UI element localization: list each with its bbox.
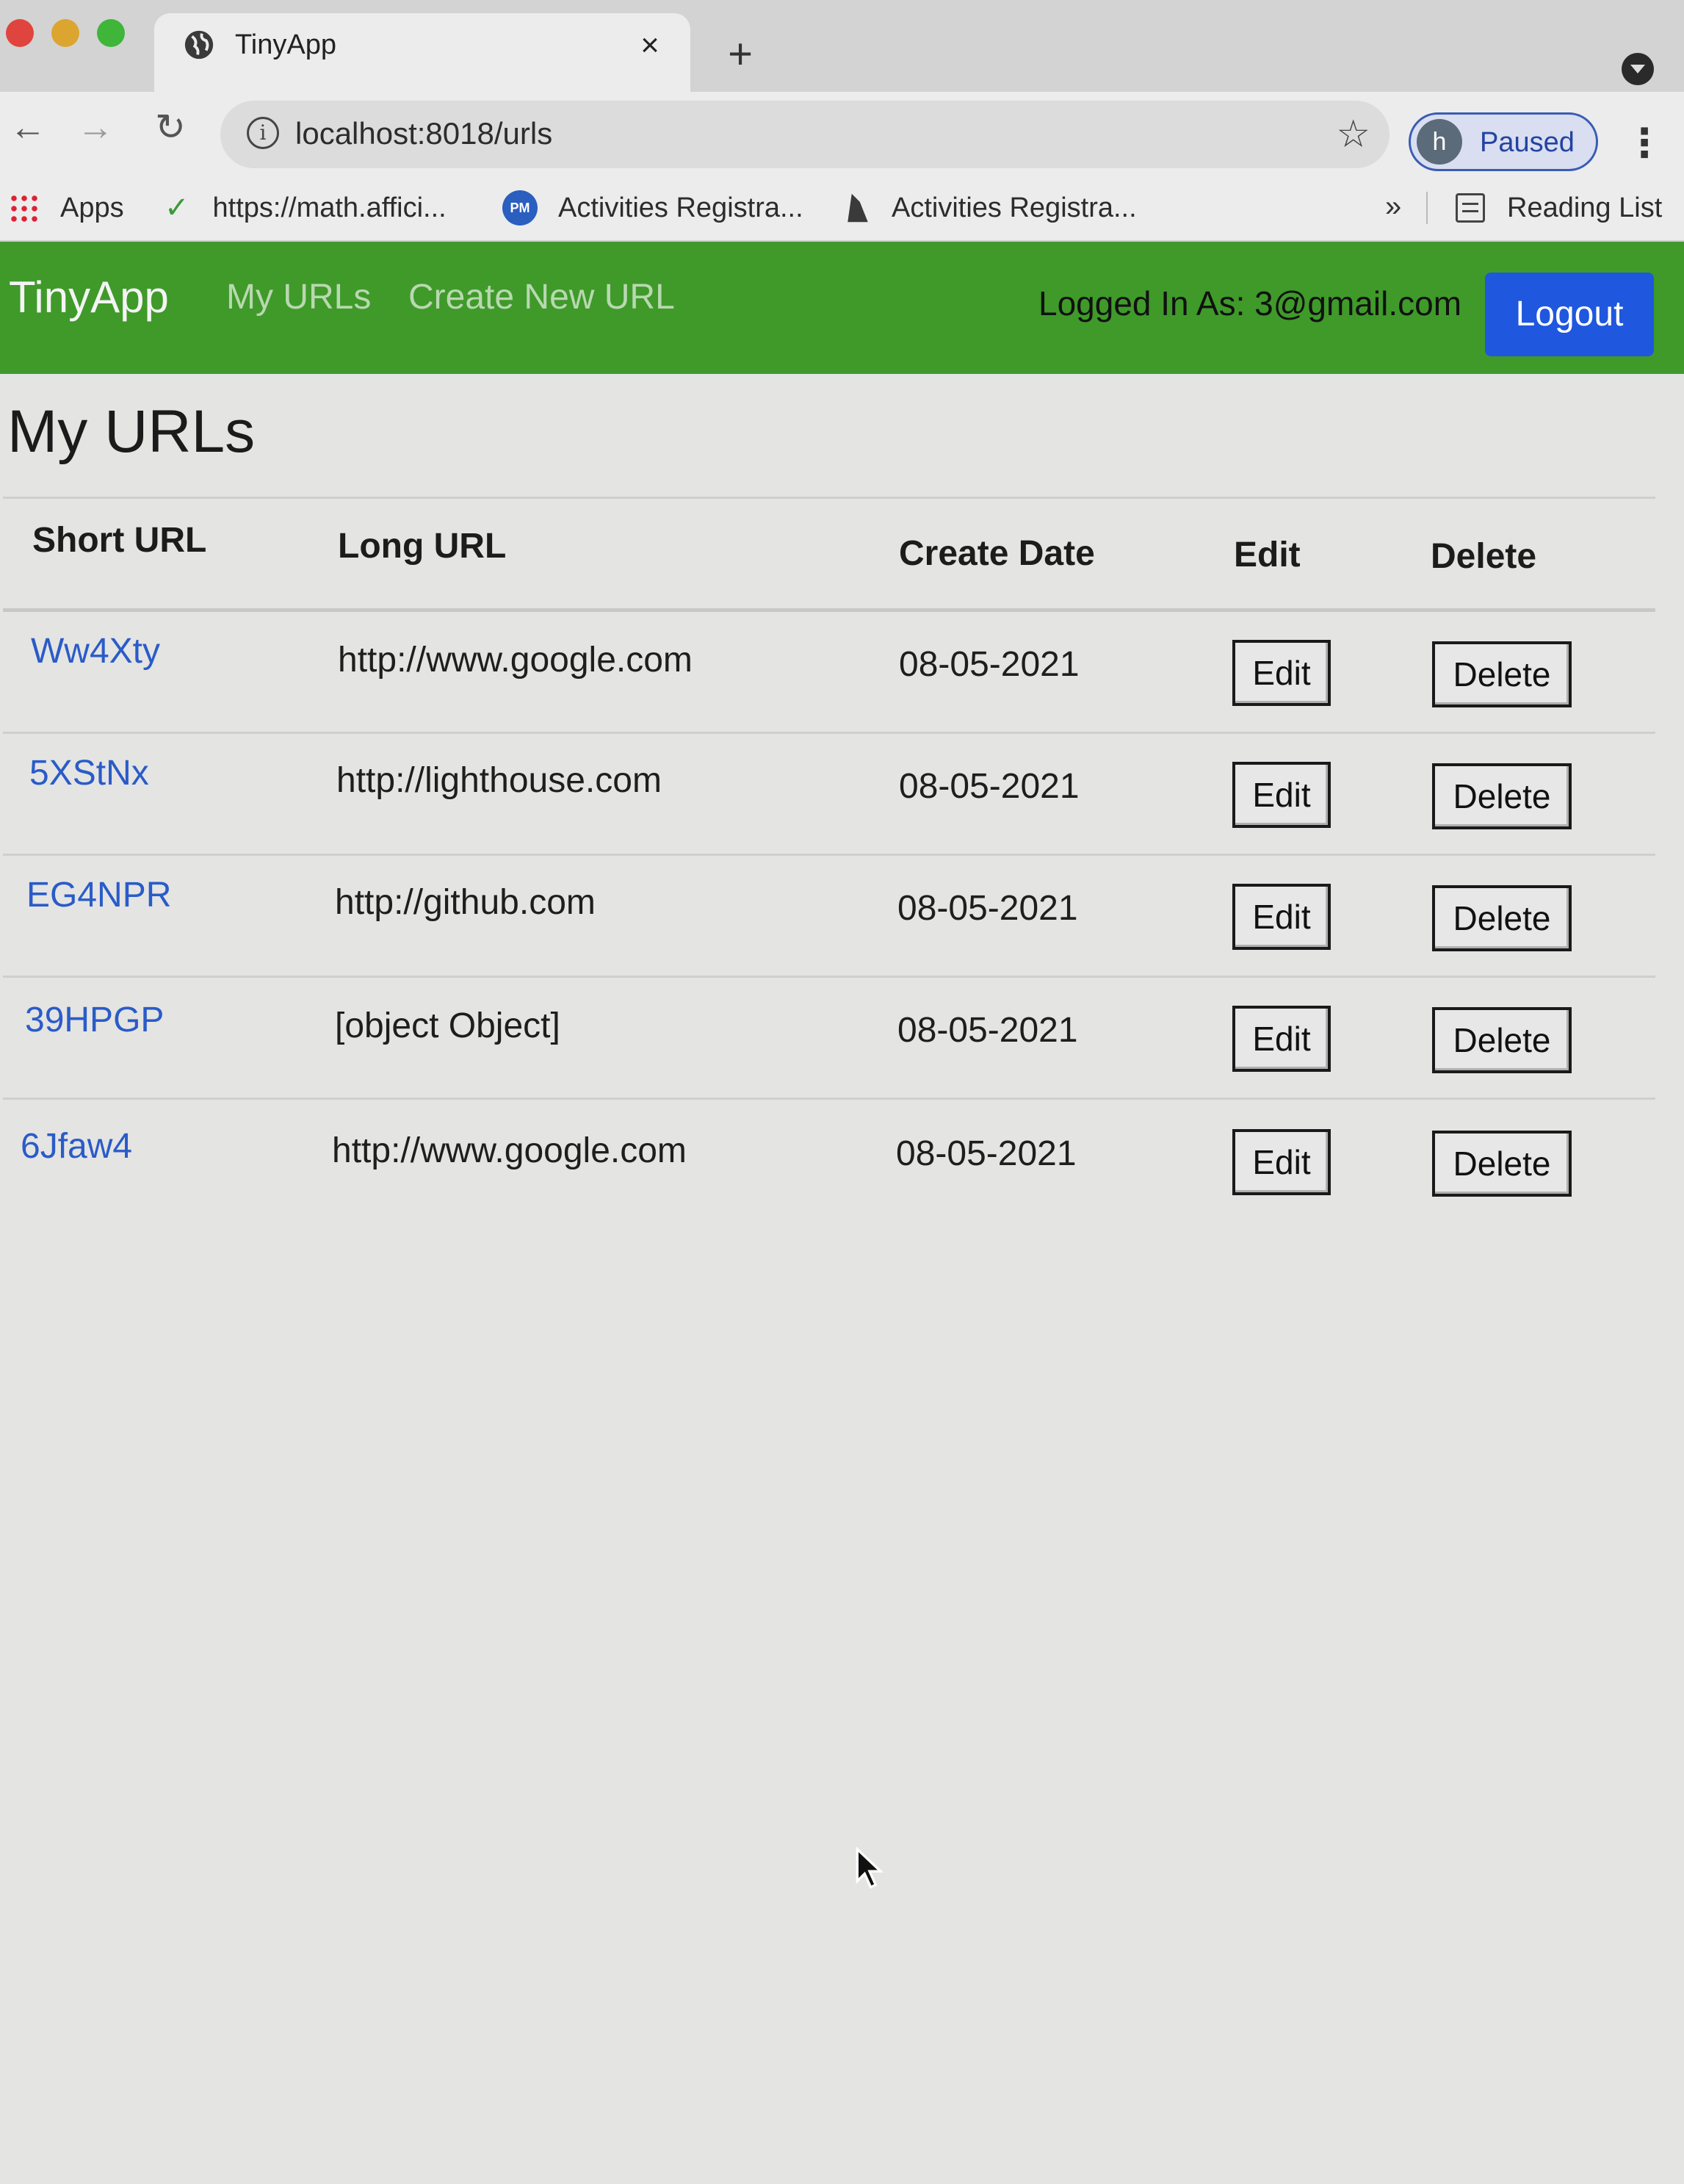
edit-button[interactable]: Edit: [1232, 640, 1331, 706]
close-window-button[interactable]: [6, 19, 34, 47]
browser-tabstrip: TinyApp × +: [0, 0, 1684, 94]
delete-button[interactable]: Delete: [1432, 641, 1572, 707]
header-short-url: Short URL: [32, 521, 207, 560]
logged-in-status: Logged In As: 3@gmail.com: [1038, 284, 1462, 322]
table-row: Ww4Xty http://www.google.com 08-05-2021 …: [0, 612, 1660, 734]
long-url-cell: http://www.google.com: [332, 1131, 687, 1170]
table-row: EG4NPR http://github.com 08-05-2021 Edit…: [0, 856, 1660, 978]
short-url-link[interactable]: 39HPGP: [25, 998, 164, 1042]
profile-status: Paused: [1480, 127, 1575, 158]
header-edit: Edit: [1234, 536, 1301, 574]
nav-my-urls[interactable]: My URLs: [226, 274, 371, 321]
edit-button[interactable]: Edit: [1232, 884, 1331, 950]
minimize-window-button[interactable]: [51, 19, 79, 47]
close-tab-icon[interactable]: ×: [635, 29, 665, 62]
site-info-icon[interactable]: i: [247, 117, 279, 149]
short-url-link[interactable]: 6Jfaw4: [21, 1125, 132, 1169]
table-row: 6Jfaw4 http://www.google.com 08-05-2021 …: [0, 1100, 1660, 1222]
avatar: h: [1417, 119, 1462, 165]
title-divider: [3, 497, 1655, 499]
long-url-cell: http://lighthouse.com: [336, 761, 662, 800]
bookmarks-bar: Apps ✓ https://math.affici... PM Activit…: [0, 174, 1684, 242]
brand-link[interactable]: TinyApp: [9, 268, 169, 327]
bookmark-star-icon[interactable]: ☆: [1336, 112, 1370, 156]
bookmark-activities-2[interactable]: Activities Registra...: [845, 174, 1137, 242]
delete-button[interactable]: Delete: [1432, 885, 1572, 951]
app-navbar: TinyApp My URLs Create New URL Logged In…: [0, 242, 1684, 374]
pm-icon: PM: [502, 190, 538, 226]
check-icon: ✓: [165, 192, 189, 224]
page-title: My URLs: [7, 398, 256, 465]
short-url-link[interactable]: Ww4Xty: [31, 630, 160, 674]
browser-tab-active[interactable]: TinyApp ×: [154, 13, 690, 94]
header-create-date: Create Date: [899, 534, 1095, 573]
mouse-cursor-icon: [856, 1847, 884, 1889]
header-long-url: Long URL: [338, 527, 507, 566]
bookmark-apps[interactable]: Apps: [9, 174, 124, 242]
profile-button[interactable]: h Paused: [1409, 112, 1598, 171]
address-bar[interactable]: i localhost:8018/urls ☆: [220, 101, 1390, 168]
browser-toolbar: ← → ↻ i localhost:8018/urls ☆ h Paused ⋮: [0, 92, 1684, 174]
edit-button[interactable]: Edit: [1232, 1006, 1331, 1072]
bookmark-label: Activities Registra...: [558, 192, 803, 223]
apps-grid-icon: [9, 193, 38, 223]
more-bookmarks-icon[interactable]: »: [1385, 190, 1401, 223]
reading-list-label: Reading List: [1507, 192, 1663, 223]
delete-button[interactable]: Delete: [1432, 1007, 1572, 1073]
forward-arrow-icon[interactable]: →: [73, 105, 118, 149]
short-url-link[interactable]: EG4NPR: [26, 873, 171, 918]
bookmark-activities-1[interactable]: PM Activities Registra...: [502, 174, 803, 242]
create-date-cell: 08-05-2021: [899, 767, 1080, 806]
bookmark-label: Apps: [60, 192, 124, 223]
long-url-cell: http://www.google.com: [338, 641, 693, 680]
new-tab-button[interactable]: +: [720, 33, 761, 76]
globe-icon: [184, 30, 214, 60]
reading-list-icon: [1456, 193, 1485, 223]
address-bar-url[interactable]: localhost:8018/urls: [295, 115, 552, 152]
maximize-window-button[interactable]: [97, 19, 125, 47]
browser-menu-icon[interactable]: ⋮: [1625, 121, 1664, 165]
table-row: 39HPGP [object Object] 08-05-2021 Edit D…: [0, 978, 1660, 1100]
create-date-cell: 08-05-2021: [899, 645, 1080, 684]
bookmark-label: Activities Registra...: [892, 192, 1137, 223]
create-date-cell: 08-05-2021: [897, 1011, 1078, 1050]
bookmarks-divider: [1426, 192, 1428, 224]
delete-button[interactable]: Delete: [1432, 1131, 1572, 1197]
short-url-link[interactable]: 5XStNx: [29, 752, 149, 796]
edit-button[interactable]: Edit: [1232, 1129, 1331, 1195]
nav-create-new-url[interactable]: Create New URL: [408, 274, 675, 321]
table-row: 5XStNx http://lighthouse.com 08-05-2021 …: [0, 734, 1660, 856]
logout-button[interactable]: Logout: [1485, 273, 1654, 356]
tab-search-icon[interactable]: [1622, 53, 1654, 85]
create-date-cell: 08-05-2021: [896, 1134, 1077, 1173]
bookmark-label: https://math.affici...: [212, 192, 447, 223]
delete-button[interactable]: Delete: [1432, 763, 1572, 829]
document-icon: [848, 193, 868, 223]
long-url-cell: http://github.com: [335, 883, 596, 922]
reload-icon[interactable]: ↻: [148, 105, 192, 149]
reading-list-button[interactable]: Reading List: [1456, 174, 1662, 242]
long-url-cell: [object Object]: [335, 1006, 560, 1045]
tab-title: TinyApp: [235, 29, 336, 60]
create-date-cell: 08-05-2021: [897, 889, 1078, 928]
bookmark-math[interactable]: ✓ https://math.affici...: [165, 174, 447, 242]
edit-button[interactable]: Edit: [1232, 762, 1331, 828]
header-delete: Delete: [1431, 537, 1537, 576]
back-arrow-icon[interactable]: ←: [6, 105, 50, 149]
